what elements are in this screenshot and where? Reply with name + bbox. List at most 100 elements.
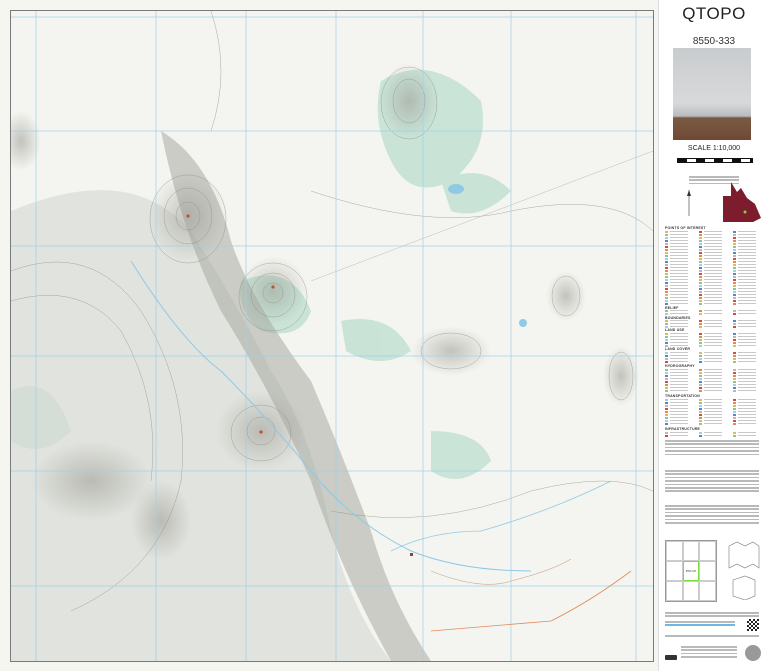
legend-item (665, 252, 688, 254)
legend-item (699, 375, 722, 377)
legend-item (699, 291, 722, 293)
legend-item (699, 297, 722, 299)
legend-item (699, 352, 722, 354)
index-cell[interactable] (699, 561, 716, 581)
legend-item (665, 358, 688, 360)
legend-item (733, 261, 756, 263)
legend-item (699, 288, 722, 290)
legend-item (733, 320, 756, 322)
legend-item (733, 423, 756, 425)
legend-item (665, 336, 688, 338)
north-arrow-icon (687, 190, 691, 216)
legend-item (665, 333, 688, 335)
legend-item (733, 291, 756, 293)
legend-item (733, 402, 756, 404)
map-frame (0, 0, 658, 671)
index-cell[interactable] (682, 541, 700, 561)
legend-item (699, 261, 722, 263)
legend-item (733, 420, 756, 422)
legend-item (699, 435, 722, 437)
legend-item (699, 333, 722, 335)
legend-item (699, 339, 722, 341)
legend-item (733, 345, 756, 347)
legend-item (699, 249, 722, 251)
legend-item (665, 390, 688, 392)
legend-item (733, 358, 756, 360)
legend-item (699, 387, 722, 389)
index-cell[interactable] (666, 581, 683, 601)
legend-item (665, 414, 688, 416)
legend-item (665, 417, 688, 419)
legend-heading-hydrography: HYDROGRAPHY (665, 364, 695, 368)
legend-item (733, 294, 756, 296)
legend-item (733, 387, 756, 389)
map-info-panel: QTOPO 8550-333 SCALE 1:10,000 POINTS OF … (658, 0, 768, 671)
legend-item (733, 411, 756, 413)
legend-item (665, 387, 688, 389)
legend-item (665, 300, 688, 302)
legend-item (665, 231, 688, 233)
legend-item (665, 313, 688, 315)
index-cell[interactable] (666, 541, 683, 561)
legend-item (665, 237, 688, 239)
legend-item (699, 369, 722, 371)
legend-item (733, 249, 756, 251)
legend-item (733, 342, 756, 344)
legend-item (699, 255, 722, 257)
legend-item (733, 273, 756, 275)
legend-item (733, 417, 756, 419)
legend-item (733, 313, 756, 315)
disclaimer-paragraph-1 (665, 440, 759, 457)
legend-item (699, 264, 722, 266)
qr-code-icon[interactable] (747, 619, 759, 631)
legend-item (699, 423, 722, 425)
legend-item (733, 369, 756, 371)
index-cell-current[interactable]: 8550-333 (682, 561, 700, 581)
legend-heading-transportation: TRANSPORTATION (665, 394, 700, 398)
legend-item (733, 288, 756, 290)
legend-item (665, 384, 688, 386)
legend-item (699, 342, 722, 344)
legend-item (665, 381, 688, 383)
legend-item (665, 282, 688, 284)
legend-item (665, 342, 688, 344)
legend-item (733, 243, 756, 245)
legend-item (699, 276, 722, 278)
legend-item (733, 399, 756, 401)
legend-item (665, 320, 688, 322)
legend-item (733, 381, 756, 383)
index-cell[interactable] (699, 581, 716, 601)
legend-item (733, 323, 756, 325)
legend-item (699, 234, 722, 236)
legend-item (665, 361, 688, 363)
legend-item (665, 326, 688, 328)
peak-marker-icon (186, 214, 190, 218)
topographic-map[interactable] (10, 10, 654, 662)
legend-item (733, 240, 756, 242)
legend-item (699, 252, 722, 254)
peak-marker-icon (271, 285, 275, 289)
legend-item (665, 249, 688, 251)
folding-diagram (728, 541, 760, 600)
legend-item (733, 264, 756, 266)
legend-item (699, 355, 722, 357)
legend-heading-poi: POINTS OF INTEREST (665, 226, 706, 230)
legend-item (699, 345, 722, 347)
legend-item (733, 258, 756, 260)
legend-item (699, 313, 722, 315)
legend-item (665, 408, 688, 410)
legend-item (699, 231, 722, 233)
legend-item (699, 310, 722, 312)
legend-item (665, 279, 688, 281)
legend-item (733, 285, 756, 287)
legend-item (733, 237, 756, 239)
legend-item (665, 246, 688, 248)
disclaimer-paragraph-3 (665, 505, 759, 525)
index-cell[interactable] (666, 561, 683, 581)
sheet-number: 8550-333 (692, 36, 736, 47)
legend-item (699, 270, 722, 272)
legend-item (733, 326, 756, 328)
index-cell[interactable] (682, 581, 700, 601)
peak-marker-icon (259, 430, 263, 434)
index-cell[interactable] (699, 541, 716, 561)
